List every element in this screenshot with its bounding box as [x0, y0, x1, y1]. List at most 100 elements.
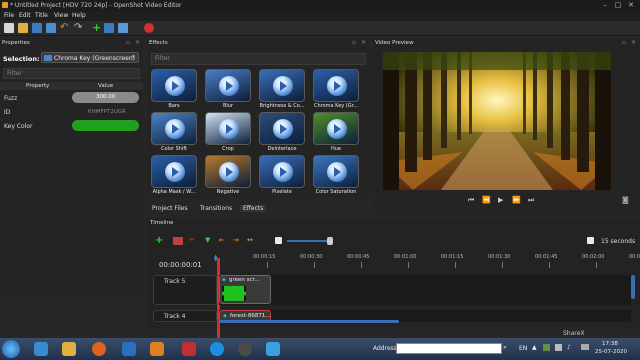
close-icon[interactable]: ✕	[626, 0, 636, 10]
clock-date[interactable]: 25-07-2020	[595, 349, 627, 355]
effect-item[interactable]: Pixelate	[259, 155, 305, 197]
effect-item[interactable]: Deinterlace	[259, 112, 305, 154]
properties-filter-input[interactable]: Filter	[3, 68, 140, 79]
razor-icon[interactable]: ✂	[189, 236, 195, 244]
redo-icon[interactable]: ↷	[74, 23, 84, 33]
timeline-horizontal-scrollbar[interactable]	[219, 320, 399, 323]
previous-marker-icon[interactable]: ⇤	[219, 236, 225, 244]
playhead-marker-icon[interactable]: ⧫	[214, 254, 217, 262]
openshot-taskbar-icon[interactable]	[266, 342, 280, 356]
timeline-clip[interactable]: ◆ green scr...	[219, 275, 271, 304]
panel-float-icon[interactable]: ▫	[126, 39, 130, 46]
choose-profile-icon[interactable]	[104, 23, 114, 33]
fast-forward-icon[interactable]: ⏩	[512, 196, 521, 204]
save-as-icon[interactable]	[46, 23, 56, 33]
tab-bar: Project Files Transitions Effects	[147, 203, 369, 215]
battery-icon[interactable]	[581, 344, 589, 350]
center-timeline-icon[interactable]: ↔	[247, 236, 253, 244]
address-input[interactable]	[396, 343, 502, 354]
effect-item[interactable]: Crop	[205, 112, 251, 154]
tray-app-icon[interactable]	[543, 344, 550, 351]
ie-browser-icon[interactable]	[34, 342, 48, 356]
skype-icon[interactable]	[210, 342, 224, 356]
clock-time[interactable]: 17:38	[602, 341, 618, 347]
import-files-icon[interactable]: +	[92, 22, 102, 33]
add-marker-icon[interactable]: ▼	[205, 236, 210, 244]
volume-icon[interactable]: ♪	[567, 344, 571, 351]
language-indicator[interactable]: EN	[519, 345, 527, 352]
effect-item[interactable]: Bars	[151, 69, 197, 111]
effect-item[interactable]: Negative	[205, 155, 251, 197]
track-lane[interactable]	[219, 275, 631, 305]
address-go-icon[interactable]: »	[503, 344, 507, 351]
open-project-icon[interactable]	[18, 23, 28, 33]
ruler-tick-label: 00:01:15	[441, 254, 464, 260]
effect-item[interactable]: Color Shift	[151, 112, 197, 154]
menu-view[interactable]: View	[54, 12, 68, 19]
fuzz-slider[interactable]: 300.00	[72, 92, 139, 103]
add-track-icon[interactable]: +	[155, 235, 163, 246]
zoom-in-icon[interactable]	[587, 237, 594, 244]
media-player-icon[interactable]	[238, 342, 252, 356]
undo-icon[interactable]: ↶	[60, 23, 70, 33]
effect-thumbnail-icon	[313, 155, 359, 188]
effect-item[interactable]: Brightness & Co...	[259, 69, 305, 111]
minimize-icon[interactable]: –	[600, 0, 610, 10]
track-header[interactable]: Track 4	[153, 310, 217, 322]
panel-close-icon[interactable]: ✕	[135, 39, 140, 46]
menu-edit[interactable]: Edit	[19, 12, 31, 19]
property-row-key-color[interactable]: Key Color	[0, 119, 143, 133]
start-button-icon[interactable]	[2, 340, 20, 358]
timeline-vertical-scrollbar[interactable]	[631, 275, 635, 299]
save-project-icon[interactable]	[32, 23, 42, 33]
jump-start-icon[interactable]: ⏮	[468, 196, 474, 205]
firefox-icon[interactable]	[92, 342, 106, 356]
key-color-swatch[interactable]	[72, 120, 139, 131]
play-icon[interactable]: ▶	[498, 196, 503, 204]
file-explorer-icon[interactable]	[62, 342, 76, 356]
fullscreen-icon[interactable]	[118, 23, 128, 33]
effect-item[interactable]: Color Saturation	[313, 155, 359, 197]
effects-filter-input[interactable]: Filter	[151, 53, 366, 65]
tray-expand-icon[interactable]: ▲	[532, 344, 537, 351]
jump-end-icon[interactable]: ⏭	[528, 196, 534, 205]
menu-help[interactable]: Help	[72, 12, 86, 19]
camera-icon[interactable]: ◙	[622, 196, 629, 204]
vlc-icon[interactable]	[150, 342, 164, 356]
maximize-icon[interactable]: □	[613, 0, 623, 10]
panel-close-icon[interactable]: ✕	[361, 39, 366, 46]
tab-project-files[interactable]: Project Files	[152, 205, 188, 212]
panel-float-icon[interactable]: ▫	[622, 39, 626, 46]
tab-effects[interactable]: Effects	[240, 205, 267, 212]
effect-item[interactable]: Alpha Mask / W...	[151, 155, 197, 197]
zoom-slider-handle[interactable]	[327, 237, 333, 245]
next-marker-icon[interactable]: ⇥	[233, 236, 239, 244]
menu-title[interactable]: Title	[35, 12, 48, 19]
effect-item[interactable]: Blur	[205, 69, 251, 111]
zoom-out-icon[interactable]	[275, 237, 282, 244]
snapping-icon[interactable]	[173, 237, 183, 245]
network-icon[interactable]	[555, 344, 562, 351]
property-row-fuzz[interactable]: Fuzz 300.00	[0, 91, 143, 105]
effect-item[interactable]: Chroma Key (Gr...	[313, 69, 359, 111]
zoom-slider[interactable]	[287, 237, 333, 245]
panel-float-icon[interactable]: ▫	[352, 39, 356, 46]
rewind-icon[interactable]: ⏪	[482, 196, 491, 204]
selection-dropdown[interactable]: Chroma Key (Greenscreen) ▾	[41, 52, 139, 63]
effect-item[interactable]: Hue	[313, 112, 359, 154]
ruler-tick-label: 00:00:30	[300, 254, 323, 260]
panel-close-icon[interactable]: ✕	[631, 39, 636, 46]
export-video-icon[interactable]	[144, 23, 154, 33]
play-triangle-icon	[172, 167, 179, 177]
menu-file[interactable]: File	[4, 12, 14, 19]
col-property: Property	[26, 83, 50, 89]
pdf-reader-icon[interactable]	[182, 342, 196, 356]
track-header[interactable]: Track 5	[153, 275, 217, 305]
property-row-id[interactable]: ID KHMFPT2UGR	[0, 106, 143, 119]
timeline-ruler[interactable]: 00:00:15 00:00:30 00:00:45 00:01:00 00:01:15…	[219, 254, 640, 270]
tab-transitions[interactable]: Transitions	[200, 205, 232, 212]
timecode: 00:00:00:01	[159, 261, 202, 269]
forest-scene-image	[383, 52, 611, 190]
new-project-icon[interactable]	[4, 23, 14, 33]
taskbar-app-icon[interactable]	[122, 342, 136, 356]
